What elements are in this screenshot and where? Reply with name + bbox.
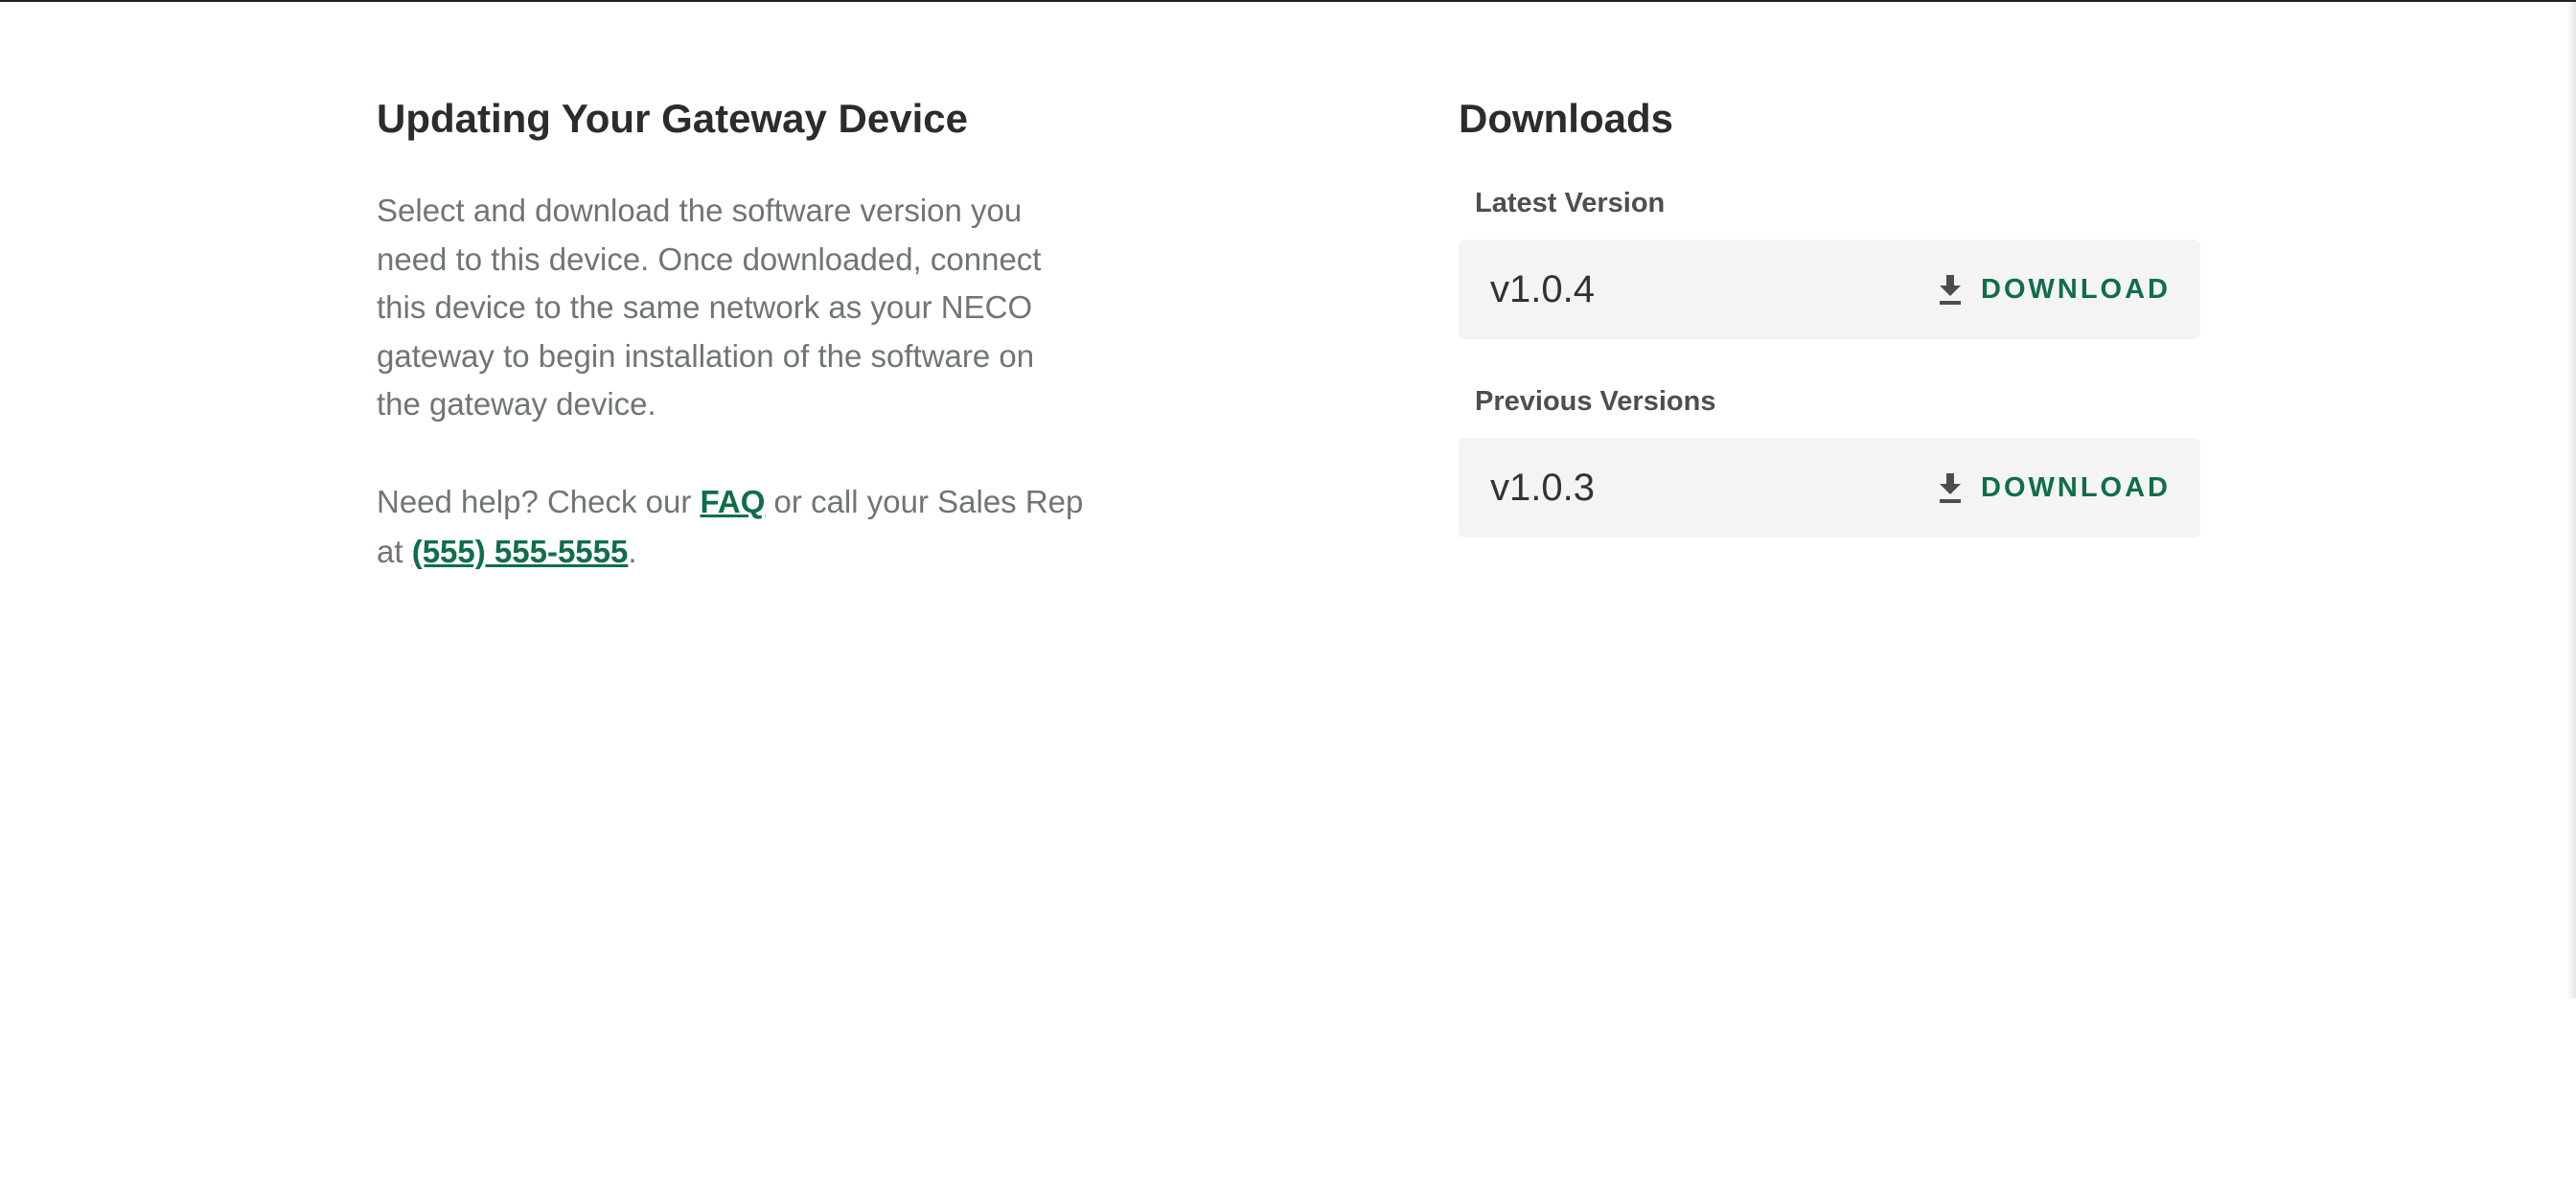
download-latest-button[interactable]: DOWNLOAD [1937, 273, 2171, 306]
download-icon [1940, 275, 1962, 305]
download-latest-label: DOWNLOAD [1981, 273, 2171, 305]
downloads-title: Downloads [1459, 96, 1674, 141]
download-previous-button[interactable]: DOWNLOAD [1937, 471, 2171, 504]
previous-version-number: v1.0.3 [1490, 466, 1595, 509]
gateway-update-section: Updating Your Gateway Device Select and … [377, 94, 1086, 577]
help-prefix: Need help? Check our [377, 483, 701, 519]
previous-versions-label: Previous Versions [1475, 386, 1716, 417]
sales-rep-phone-link[interactable]: (555) 555-5555 [412, 534, 629, 569]
latest-version-number: v1.0.4 [1490, 267, 1595, 310]
gateway-update-description: Select and download the software version… [377, 193, 1042, 422]
downloads-section: Downloads Latest Version v1.0.4 DOWNLOAD… [1459, 94, 2200, 538]
download-previous-label: DOWNLOAD [1981, 471, 2171, 503]
help-text: Need help? Check our FAQ or call your Sa… [377, 477, 1086, 577]
latest-version-label: Latest Version [1475, 188, 1666, 218]
latest-version-card: v1.0.4 DOWNLOAD [1459, 240, 2200, 339]
download-icon [1940, 473, 1962, 503]
help-suffix: . [628, 533, 637, 569]
faq-link[interactable]: FAQ [701, 484, 766, 519]
page: Updating Your Gateway Device Select and … [0, 0, 2576, 1190]
gateway-update-title: Updating Your Gateway Device [377, 96, 968, 141]
scrollbar-shadow [2566, 2, 2576, 998]
previous-version-card: v1.0.3 DOWNLOAD [1459, 438, 2200, 538]
